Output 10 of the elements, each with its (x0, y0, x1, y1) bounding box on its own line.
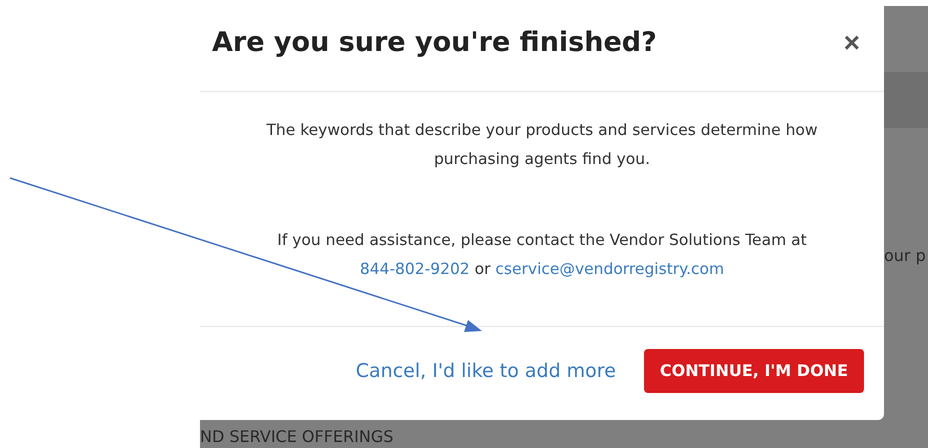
section-heading: ND SERVICE OFFERINGS (200, 427, 394, 446)
close-button[interactable]: × (842, 26, 862, 58)
dialog-title: Are you sure you're finished? (212, 27, 657, 58)
message-text: The keywords that describe your products and services determine how purchasing agents find you. (265, 120, 819, 170)
email-link[interactable]: cservice@vendorregistry.com (495, 260, 724, 278)
cancel-link[interactable]: Cancel, I'd like to add more (356, 360, 616, 382)
assistance-text: If you need assistance, please contact the Vendor Solutions Team at 844-802-9202 or cservice@vendorregistry.com (276, 230, 808, 280)
continue-button[interactable]: CONTINUE, I'M DONE (644, 348, 864, 392)
page-text: our p (884, 246, 927, 265)
phone-link[interactable]: 844-802-9202 (360, 260, 470, 278)
